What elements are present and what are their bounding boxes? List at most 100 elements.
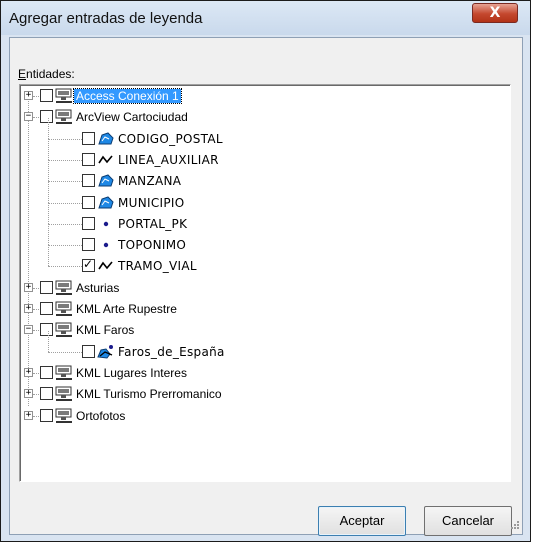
tree-node[interactable]: TRAMO_VIAL xyxy=(20,245,500,276)
node-label: CODIGO_POSTAL xyxy=(118,131,223,146)
tree-node[interactable]: PORTAL_PK xyxy=(20,202,500,234)
entities-label: Entidades: xyxy=(18,67,75,81)
entities-label-text: ntidades: xyxy=(26,67,75,81)
collapse-icon[interactable]: − xyxy=(24,112,33,122)
collapse-icon[interactable]: − xyxy=(24,325,33,335)
node-checkbox[interactable] xyxy=(82,152,95,166)
tree-connector xyxy=(48,330,49,352)
tree-node[interactable]: LINEA_AUXILIAR xyxy=(20,138,500,170)
dialog-title: Agregar entradas de leyenda xyxy=(9,10,203,27)
close-button[interactable]: X xyxy=(472,3,518,23)
tree-node[interactable]: MANZANA xyxy=(20,160,500,191)
mixed-layer-icon xyxy=(97,344,115,360)
node-checkbox[interactable] xyxy=(40,280,53,294)
node-label: KML Arte Rupestre xyxy=(76,302,177,316)
tree-node[interactable]: + Access Conexión 1 xyxy=(20,86,500,106)
node-checkbox[interactable] xyxy=(40,387,53,401)
node-label: Faros_de_España xyxy=(118,344,225,359)
database-connection-icon xyxy=(55,88,73,104)
node-checkbox[interactable] xyxy=(82,238,95,252)
tree-connector xyxy=(48,245,82,247)
dialog-window: Agregar entradas de leyenda X Entidades:… xyxy=(0,0,531,542)
node-label: KML Lugares Interes xyxy=(76,365,187,380)
database-connection-icon xyxy=(55,365,73,381)
expand-icon[interactable]: + xyxy=(24,304,33,313)
expand-icon[interactable]: + xyxy=(24,91,33,100)
tree-connector xyxy=(48,202,82,204)
node-checkbox[interactable] xyxy=(82,344,95,358)
tree-connector xyxy=(48,138,82,140)
database-connection-icon xyxy=(55,280,73,296)
tree-node[interactable]: + KML Turismo Prerromanico xyxy=(20,384,500,404)
node-label: ArcView Cartociudad xyxy=(76,110,188,125)
tree-connector xyxy=(48,202,49,224)
node-checkbox[interactable] xyxy=(82,195,95,209)
node-label: TRAMO_VIAL xyxy=(118,259,197,274)
tree-connector xyxy=(48,160,49,182)
node-label: Ortofotos xyxy=(76,408,126,423)
node-checkbox[interactable] xyxy=(82,174,95,188)
polygon-layer-icon xyxy=(97,131,115,147)
tree-connector xyxy=(48,181,49,203)
close-icon: X xyxy=(489,5,501,21)
cancel-button[interactable]: Cancelar xyxy=(424,506,512,536)
tree-node[interactable]: − KML Faros xyxy=(20,320,500,340)
database-connection-icon xyxy=(55,322,73,338)
point-layer-icon xyxy=(97,216,115,232)
database-connection-icon xyxy=(55,109,73,125)
tree-connector xyxy=(48,245,49,267)
database-connection-icon xyxy=(55,301,73,317)
tree-connector xyxy=(48,138,49,160)
node-label: KML Turismo Prerromanico xyxy=(76,387,222,402)
entities-label-accelerator: E xyxy=(18,67,27,81)
tree-node[interactable]: CODIGO_POSTAL xyxy=(20,117,500,149)
expand-icon[interactable]: + xyxy=(24,410,33,420)
tree-connector xyxy=(48,181,82,183)
tree-node[interactable]: + KML Lugares Interes xyxy=(20,363,500,383)
tree-connector xyxy=(48,223,82,225)
database-connection-icon xyxy=(55,408,73,424)
node-label: Access Conexión 1 xyxy=(73,88,182,104)
node-checkbox[interactable] xyxy=(40,408,53,422)
tree-connector xyxy=(48,224,49,246)
tree-node[interactable]: + Asturias xyxy=(20,278,500,298)
accept-button[interactable]: Aceptar xyxy=(318,506,406,536)
expand-icon[interactable]: + xyxy=(24,367,33,377)
tree-node[interactable]: TOPONIMO xyxy=(20,224,500,255)
node-label: MUNICIPIO xyxy=(118,195,185,210)
node-checkbox[interactable] xyxy=(82,216,95,230)
point-layer-icon xyxy=(97,237,115,253)
node-checkbox[interactable] xyxy=(40,323,53,337)
node-label: Asturias xyxy=(76,280,120,295)
expand-icon[interactable]: + xyxy=(24,389,33,399)
tree-node[interactable]: Faros_de_España xyxy=(20,330,500,362)
tree-connector xyxy=(48,351,82,353)
tree-node[interactable]: MUNICIPIO xyxy=(20,181,500,213)
resize-grip-icon[interactable] xyxy=(506,518,520,532)
node-checkbox[interactable] xyxy=(82,257,95,273)
node-checkbox[interactable] xyxy=(40,365,53,379)
node-label: KML Faros xyxy=(76,323,135,338)
dialog-body: Entidades: + Access Conexión 1 − ArcView Ca… xyxy=(9,37,523,536)
node-label: LINEA_AUXILIAR xyxy=(118,152,219,167)
tree-connector xyxy=(48,266,82,268)
node-checkbox[interactable] xyxy=(82,131,95,145)
tree-connector xyxy=(48,159,82,161)
node-label: PORTAL_PK xyxy=(118,216,188,231)
node-label: TOPONIMO xyxy=(118,238,187,253)
polygon-layer-icon xyxy=(97,173,115,189)
polygon-layer-icon xyxy=(97,195,115,211)
line-layer-icon xyxy=(97,258,115,274)
tree-node[interactable]: + KML Arte Rupestre xyxy=(20,299,500,319)
tree-connector xyxy=(48,117,49,139)
entities-tree[interactable]: + Access Conexión 1 − ArcView Cartociudad CO… xyxy=(19,84,511,482)
node-checkbox[interactable] xyxy=(40,110,53,124)
expand-icon[interactable]: + xyxy=(24,282,33,292)
node-checkbox[interactable] xyxy=(40,89,53,102)
database-connection-icon xyxy=(55,386,73,402)
tree-node[interactable]: − ArcView Cartociudad xyxy=(20,107,500,127)
tree-node[interactable]: + Ortofotos xyxy=(20,406,500,426)
title-bar: Agregar entradas de leyenda X xyxy=(1,1,530,35)
line-layer-icon xyxy=(97,152,115,168)
node-checkbox[interactable] xyxy=(40,302,53,315)
